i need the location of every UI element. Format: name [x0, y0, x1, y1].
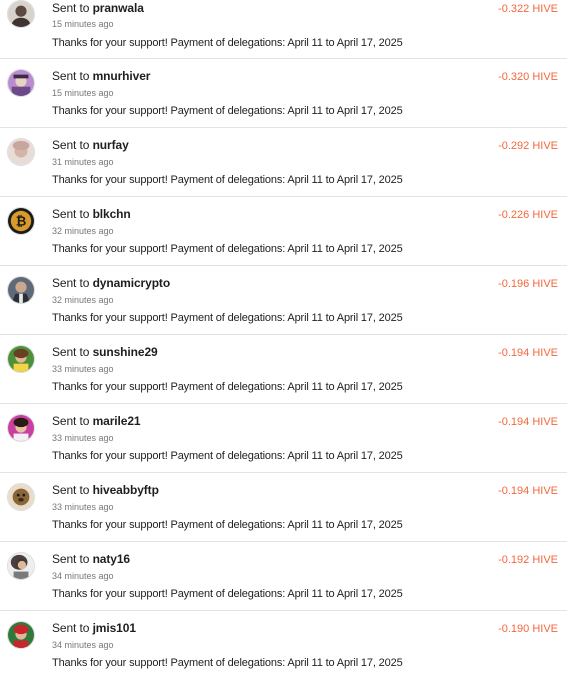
sent-to-label: Sent to: [52, 552, 90, 566]
recipient-username-link[interactable]: dynamicrypto: [93, 276, 171, 290]
memo-text: Thanks for your support! Payment of dele…: [52, 37, 403, 49]
bitcoin-avatar-icon[interactable]: ₿: [7, 207, 35, 235]
recipient-username-link[interactable]: hiveabbyftp: [93, 483, 159, 497]
sent-to-label: Sent to: [52, 414, 90, 428]
transfer-row: Sent to naty16 34 minutes ago Thanks for…: [0, 542, 567, 611]
timestamp: 34 minutes ago: [52, 640, 114, 650]
transfer-row: Sent to hiveabbyftp 33 minutes ago Thank…: [0, 473, 567, 542]
recipient-line: Sent to nurfay: [52, 138, 129, 152]
transfer-row: Sent to jmis101 34 minutes ago Thanks fo…: [0, 611, 567, 669]
recipient-username-link[interactable]: nurfay: [93, 138, 129, 152]
sent-to-label: Sent to: [52, 276, 90, 290]
recipient-username-link[interactable]: jmis101: [93, 621, 136, 635]
recipient-line: Sent to jmis101: [52, 621, 136, 635]
recipient-username-link[interactable]: blkchn: [93, 207, 131, 221]
timestamp: 33 minutes ago: [52, 433, 114, 443]
user-avatar-icon[interactable]: [7, 345, 35, 373]
user-avatar-icon[interactable]: [7, 414, 35, 442]
recipient-line: Sent to sunshine29: [52, 345, 158, 359]
memo-text: Thanks for your support! Payment of dele…: [52, 450, 403, 462]
memo-text: Thanks for your support! Payment of dele…: [52, 519, 403, 531]
amount-value: -0.322 HIVE: [498, 3, 558, 15]
recipient-line: Sent to hiveabbyftp: [52, 483, 159, 497]
sent-to-label: Sent to: [52, 345, 90, 359]
recipient-line: Sent to mnurhiver: [52, 69, 150, 83]
user-avatar-icon[interactable]: [7, 552, 35, 580]
timestamp: 34 minutes ago: [52, 571, 114, 581]
amount-value: -0.194 HIVE: [498, 416, 558, 428]
memo-text: Thanks for your support! Payment of dele…: [52, 588, 403, 600]
recipient-line: Sent to blkchn: [52, 207, 131, 221]
recipient-username-link[interactable]: naty16: [93, 552, 131, 566]
memo-text: Thanks for your support! Payment of dele…: [52, 243, 403, 255]
user-avatar-icon[interactable]: [7, 276, 35, 304]
amount-value: -0.226 HIVE: [498, 209, 558, 221]
memo-text: Thanks for your support! Payment of dele…: [52, 381, 403, 393]
recipient-username-link[interactable]: mnurhiver: [93, 69, 151, 83]
sent-to-label: Sent to: [52, 69, 90, 83]
transfer-row: Sent to nurfay 31 minutes ago Thanks for…: [0, 128, 567, 197]
user-avatar-icon[interactable]: [7, 138, 35, 166]
sent-to-label: Sent to: [52, 207, 90, 221]
sent-to-label: Sent to: [52, 1, 90, 15]
user-avatar-icon[interactable]: [7, 69, 35, 97]
svg-text:₿: ₿: [16, 215, 27, 230]
timestamp: 32 minutes ago: [52, 226, 114, 236]
sent-to-label: Sent to: [52, 621, 90, 635]
memo-text: Thanks for your support! Payment of dele…: [52, 312, 403, 324]
timestamp: 31 minutes ago: [52, 157, 114, 167]
timestamp: 33 minutes ago: [52, 502, 114, 512]
amount-value: -0.292 HIVE: [498, 140, 558, 152]
timestamp: 15 minutes ago: [52, 19, 114, 29]
recipient-username-link[interactable]: sunshine29: [93, 345, 158, 359]
amount-value: -0.190 HIVE: [498, 623, 558, 635]
user-avatar-icon[interactable]: [7, 621, 35, 649]
transfer-row: Sent to marile21 33 minutes ago Thanks f…: [0, 404, 567, 473]
recipient-username-link[interactable]: pranwala: [93, 1, 144, 15]
transfer-row: Sent to mnurhiver 15 minutes ago Thanks …: [0, 59, 567, 128]
amount-value: -0.196 HIVE: [498, 278, 558, 290]
amount-value: -0.194 HIVE: [498, 347, 558, 359]
memo-text: Thanks for your support! Payment of dele…: [52, 657, 403, 669]
transfer-history-list: Sent to pranwala 15 minutes ago Thanks f…: [0, 0, 567, 669]
transfer-row: Sent to sunshine29 33 minutes ago Thanks…: [0, 335, 567, 404]
recipient-line: Sent to dynamicrypto: [52, 276, 170, 290]
transfer-row: Sent to dynamicrypto 32 minutes ago Than…: [0, 266, 567, 335]
amount-value: -0.194 HIVE: [498, 485, 558, 497]
sent-to-label: Sent to: [52, 138, 90, 152]
amount-value: -0.192 HIVE: [498, 554, 558, 566]
memo-text: Thanks for your support! Payment of dele…: [52, 105, 403, 117]
user-avatar-icon[interactable]: [7, 483, 35, 511]
timestamp: 15 minutes ago: [52, 88, 114, 98]
sent-to-label: Sent to: [52, 483, 90, 497]
recipient-line: Sent to pranwala: [52, 1, 144, 15]
timestamp: 33 minutes ago: [52, 364, 114, 374]
memo-text: Thanks for your support! Payment of dele…: [52, 174, 403, 186]
recipient-line: Sent to naty16: [52, 552, 130, 566]
user-avatar-icon[interactable]: [7, 0, 35, 28]
transfer-row: ₿ Sent to blkchn 32 minutes ago Thanks f…: [0, 197, 567, 266]
recipient-username-link[interactable]: marile21: [93, 414, 141, 428]
timestamp: 32 minutes ago: [52, 295, 114, 305]
transfer-row: Sent to pranwala 15 minutes ago Thanks f…: [0, 0, 567, 59]
recipient-line: Sent to marile21: [52, 414, 141, 428]
amount-value: -0.320 HIVE: [498, 71, 558, 83]
